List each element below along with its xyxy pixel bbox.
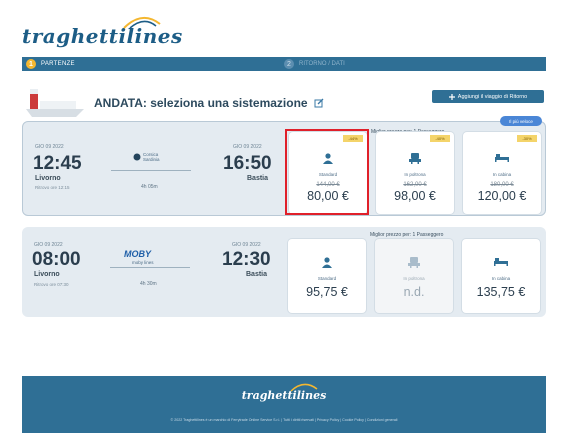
arrival-time: 16:50 bbox=[223, 153, 272, 174]
person-icon bbox=[322, 257, 332, 268]
step-number: 1 bbox=[26, 59, 36, 69]
arrival-date: GIO 09 2022 bbox=[233, 144, 262, 150]
route-line bbox=[110, 267, 190, 268]
discount-badge: -30% bbox=[517, 135, 537, 142]
operator-logo: Corsica Sardinia bbox=[133, 152, 169, 162]
operator-name: Corsica Sardinia bbox=[143, 152, 160, 162]
departure-time: 08:00 bbox=[32, 249, 81, 270]
trip-card[interactable]: GIO 09 2022 12:45 Livorno Ritrovo ore 12… bbox=[22, 121, 546, 216]
offer-price: 98,00 € bbox=[394, 189, 436, 203]
departure-date: GIO 09 2022 bbox=[34, 242, 63, 248]
add-return-button[interactable]: Aggiungi il viaggio di Ritorno bbox=[432, 90, 544, 103]
offer-standard[interactable]: Standard 95,75 € bbox=[288, 239, 366, 313]
highlight-box bbox=[285, 129, 369, 215]
step-number: 2 bbox=[284, 59, 294, 69]
step-label: RITORNO / DATI bbox=[299, 61, 345, 67]
footer: traghettilines © 2022 Traghettilines è u… bbox=[22, 376, 546, 433]
seat-icon bbox=[408, 257, 420, 268]
footer-legal: © 2022 Traghettilines è un marchio di Fe… bbox=[170, 418, 398, 422]
offer-class: In poltrona bbox=[404, 172, 426, 177]
step-departures[interactable]: 1 PARTENZE bbox=[26, 58, 75, 70]
operator-icon bbox=[133, 153, 141, 161]
arrival-date: GIO 09 2022 bbox=[232, 242, 261, 248]
trip-duration: 4h 05m bbox=[141, 184, 158, 190]
seat-icon bbox=[409, 153, 421, 164]
bed-icon bbox=[495, 154, 509, 162]
departure-time: 12:45 bbox=[33, 153, 82, 174]
departure-port: Livorno bbox=[35, 175, 61, 182]
logo-arc-icon bbox=[123, 17, 161, 29]
offer-price: 135,75 € bbox=[476, 285, 526, 299]
steps-navbar: 1 PARTENZE 2 RITORNO / DATI bbox=[22, 57, 546, 71]
offer-class: In cabina bbox=[491, 276, 511, 281]
trip-duration: 4h 30m bbox=[140, 281, 157, 287]
operator-subtitle: moby lines bbox=[132, 260, 154, 265]
plus-icon bbox=[448, 93, 455, 100]
step-return[interactable]: 2 RITORNO / DATI bbox=[284, 58, 345, 70]
offer-price: 120,00 € bbox=[477, 189, 527, 203]
offer-seat: In poltrona n.d. bbox=[375, 239, 453, 313]
offer-class: In cabina bbox=[492, 172, 512, 177]
offer-old-price: 180,00 € bbox=[490, 182, 514, 188]
offer-price: n.d. bbox=[403, 285, 425, 299]
route-line bbox=[111, 170, 191, 171]
offer-class: In poltrona bbox=[403, 276, 425, 281]
fastest-tag: Il più veloce bbox=[500, 116, 542, 126]
departure-note: Ritrovo ore 12:15 bbox=[35, 185, 70, 190]
offer-class: Standard bbox=[317, 276, 337, 281]
step-label: PARTENZE bbox=[41, 61, 75, 67]
add-return-label: Aggiungi il viaggio di Ritorno bbox=[457, 93, 528, 100]
heading-text: ANDATA: seleziona una sistemazione bbox=[94, 96, 308, 110]
offer-price: 95,75 € bbox=[306, 285, 348, 299]
brand-logo[interactable]: traghettilines bbox=[22, 14, 192, 48]
operator-logo: MOBY bbox=[124, 249, 151, 259]
bed-icon bbox=[494, 258, 508, 266]
offer-old-price: 162,00 € bbox=[403, 182, 427, 188]
offer-seat[interactable]: -40% In poltrona 162,00 € 98,00 € bbox=[376, 132, 454, 214]
page-heading: ANDATA: seleziona una sistemazione bbox=[94, 96, 324, 110]
ship-icon bbox=[26, 89, 84, 117]
offer-cabin[interactable]: -30% In cabina 180,00 € 120,00 € bbox=[463, 132, 541, 214]
offer-cabin[interactable]: In cabina 135,75 € bbox=[462, 239, 540, 313]
departure-note: Ritrovo ore 07:30 bbox=[34, 282, 69, 287]
best-price-label: Miglior prezzo per: 1 Passeggero bbox=[370, 232, 444, 238]
arrival-time: 12:30 bbox=[222, 249, 271, 270]
discount-badge: -40% bbox=[430, 135, 450, 142]
arrival-port: Bastia bbox=[246, 271, 268, 278]
arrival-port: Bastia bbox=[247, 175, 269, 182]
edit-icon[interactable] bbox=[314, 98, 324, 108]
trip-card[interactable]: GIO 09 2022 08:00 Livorno Ritrovo ore 07… bbox=[22, 227, 546, 317]
footer-logo[interactable]: traghettilines bbox=[22, 389, 546, 402]
departure-port: Livorno bbox=[34, 271, 60, 278]
departure-date: GIO 09 2022 bbox=[35, 144, 64, 150]
